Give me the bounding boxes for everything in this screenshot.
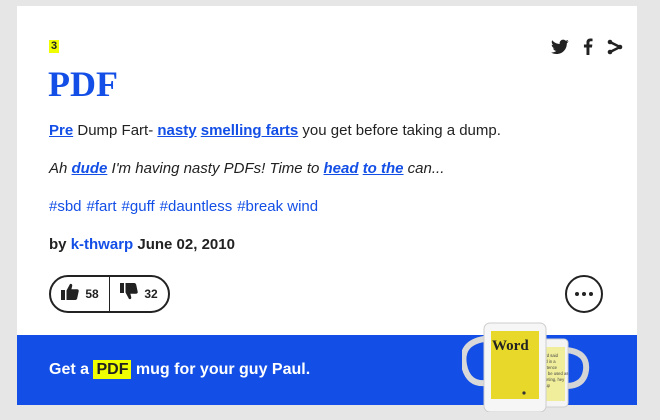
tag-list: #sbd #fart #guff #dauntless #break wind: [49, 197, 617, 217]
autolink[interactable]: nasty: [157, 122, 196, 139]
definition-text: you get before taking a dump.: [298, 122, 501, 139]
more-options-button[interactable]: [565, 275, 603, 313]
vote-buttons: 58 32: [49, 275, 170, 313]
upvote-button[interactable]: 58: [51, 277, 109, 311]
hashtag-link[interactable]: #sbd: [49, 198, 82, 215]
promo-text: Get a PDF mug for your guy Paul.: [49, 359, 310, 381]
share-icon[interactable]: [607, 39, 623, 55]
promo-suffix: mug for your guy Paul.: [135, 361, 311, 378]
downvote-count: 32: [144, 287, 158, 301]
thumbs-down-icon: [120, 283, 139, 305]
definition-text: Dump Fart-: [73, 122, 158, 139]
contributor-line: by k-thwarp June 02, 2010: [49, 235, 617, 255]
hashtag-link[interactable]: #fart: [87, 198, 117, 215]
rank-badge: 3: [49, 40, 60, 53]
definition-meaning: Pre Dump Fart- nasty smelling farts you …: [49, 121, 617, 141]
definition-text: Ah: [49, 160, 72, 177]
definition-text: can...: [403, 160, 445, 177]
promo-highlight: PDF: [93, 360, 132, 379]
definition-card: 3 PDF Pre Dump Fart- nasty smelling fart…: [17, 6, 637, 335]
autolink[interactable]: dude: [72, 160, 108, 177]
upvote-count: 58: [85, 287, 99, 301]
mug-word: Word: [492, 338, 529, 354]
downvote-button[interactable]: 32: [109, 277, 168, 311]
more-dots-icon: [575, 292, 579, 296]
twitter-icon[interactable]: [551, 39, 569, 55]
post-date: June 02, 2010: [137, 236, 235, 253]
hashtag-link[interactable]: #dauntless: [160, 198, 233, 215]
definition-example: Ah dude I'm having nasty PDFs! Time to h…: [49, 159, 617, 179]
mug-image: word said said in a sentence can be used…: [462, 322, 590, 412]
hashtag-link[interactable]: #guff: [122, 198, 155, 215]
by-label: by: [49, 236, 67, 253]
autolink[interactable]: to the: [363, 160, 404, 177]
author-link[interactable]: k-thwarp: [71, 236, 134, 253]
autolink[interactable]: head: [324, 160, 359, 177]
autolink[interactable]: Pre: [49, 122, 73, 139]
thumbs-up-icon: [61, 283, 80, 305]
mug-promo-banner[interactable]: Get a PDF mug for your guy Paul. word sa…: [17, 322, 637, 412]
share-bar: [551, 38, 623, 55]
facebook-icon[interactable]: [583, 38, 593, 55]
word-title[interactable]: PDF: [48, 64, 118, 104]
autolink[interactable]: smelling farts: [201, 122, 299, 139]
hashtag-link[interactable]: #break wind: [237, 198, 318, 215]
promo-prefix: Get a: [49, 361, 90, 378]
definition-text: I'm having nasty PDFs! Time to: [107, 160, 324, 177]
